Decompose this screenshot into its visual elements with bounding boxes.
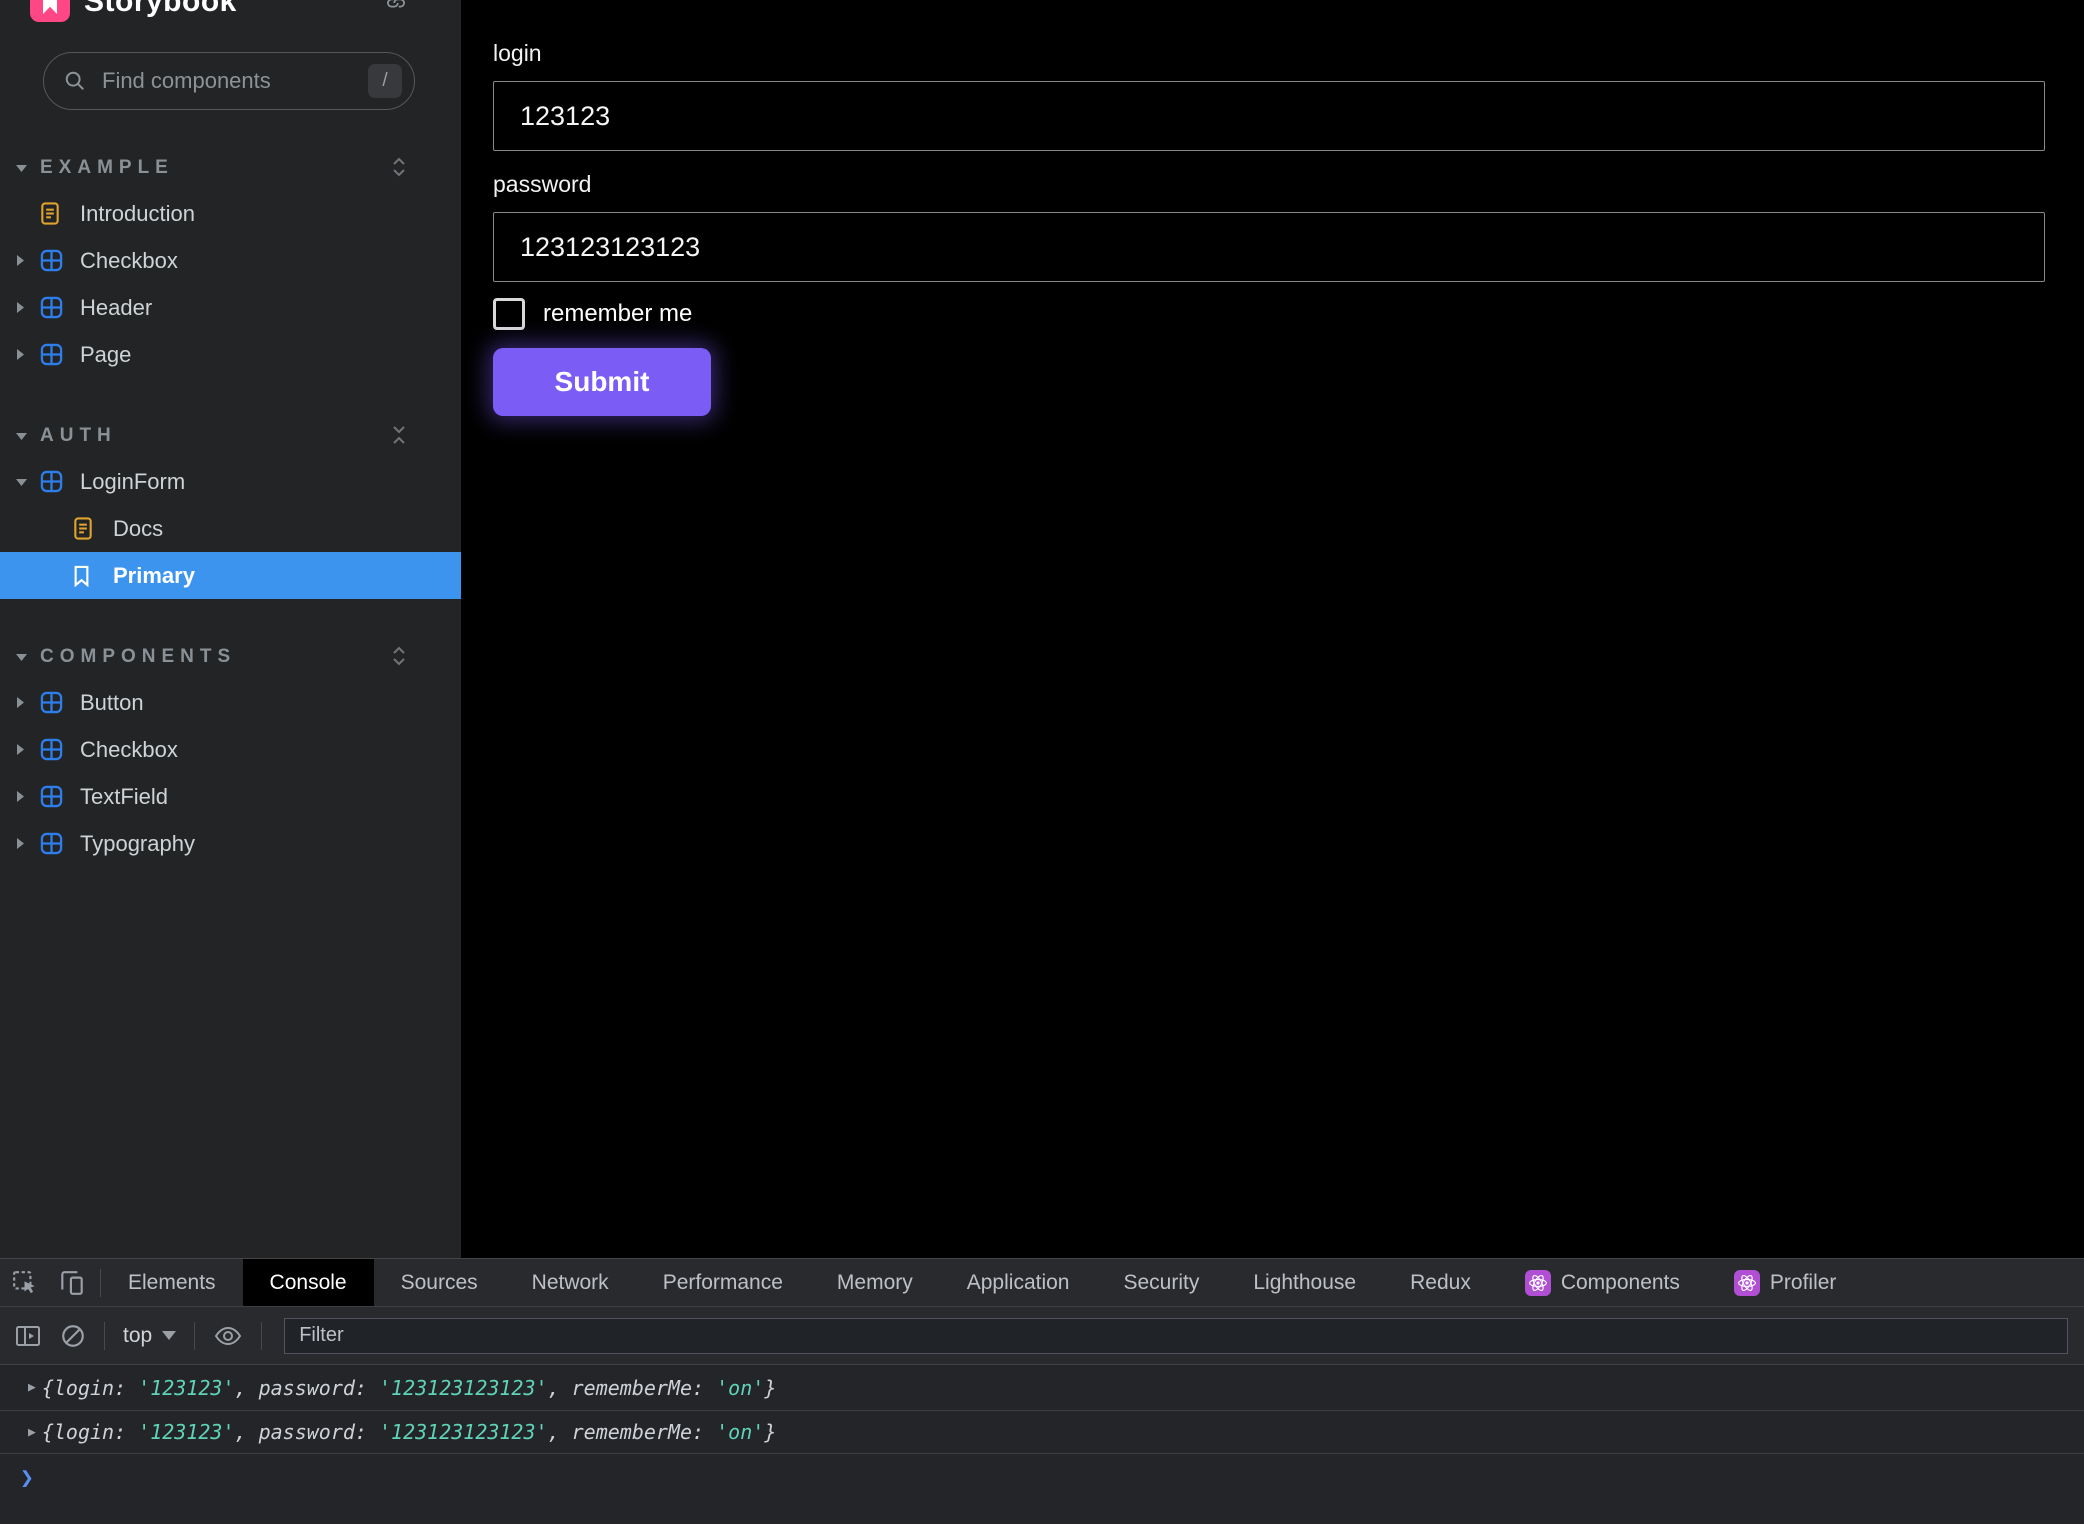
password-input[interactable] [493,212,2045,282]
live-expression-eye-icon[interactable] [213,1324,243,1348]
tab-sources[interactable]: Sources [374,1259,505,1306]
sidebar-item-checkbox-2[interactable]: Checkbox [0,726,461,773]
inspect-element-icon[interactable] [12,1270,38,1296]
console-sidebar-toggle-icon[interactable] [14,1324,42,1348]
divider [104,1322,105,1350]
chevron-down-icon[interactable] [16,478,40,486]
doc-icon [73,517,99,540]
chevron-right-icon[interactable] [16,791,40,802]
storybook-sidebar: Storybook / EXAMPLE [0,0,461,1258]
sidebar-item-textfield[interactable]: TextField [0,773,461,820]
storybook-brand[interactable]: Storybook [30,0,237,22]
login-form: login password remember me Submit [461,0,2084,416]
component-icon [40,470,66,493]
expand-all-icon[interactable] [391,156,407,183]
search-icon [64,70,86,92]
sidebar-header: Storybook [0,0,461,28]
components-items: Button Checkbox TextField [0,679,461,867]
sidebar-item-loginform[interactable]: LoginForm [0,458,461,505]
component-icon [40,691,66,714]
sidebar-item-checkbox[interactable]: Checkbox [0,237,461,284]
tab-performance[interactable]: Performance [636,1259,810,1306]
chevron-right-icon[interactable] [16,302,40,313]
auth-items: LoginForm Docs Primary [0,458,461,599]
search-shortcut-badge: / [368,64,402,98]
sidebar-section-components[interactable]: COMPONENTS [0,641,461,673]
expand-object-icon[interactable]: ▶ [28,1425,36,1440]
submit-button[interactable]: Submit [493,348,711,416]
remember-me-label: remember me [543,300,692,328]
doc-icon [40,202,66,225]
chevron-right-icon[interactable] [16,255,40,266]
tab-redux[interactable]: Redux [1383,1259,1498,1306]
component-icon [40,738,66,761]
devtools-panel: Elements Console Sources Network Perform… [0,1258,2084,1524]
chevron-down-icon [162,1331,176,1340]
sidebar-section-auth[interactable]: AUTH [0,420,461,452]
devtools-tool-icons [0,1259,100,1306]
react-devtools-icon [1734,1270,1760,1296]
bookmark-icon [73,565,99,587]
component-icon [40,296,66,319]
example-items: Introduction Checkbox Header [0,190,461,378]
brand-title: Storybook [84,0,237,19]
remember-me-checkbox[interactable] [493,298,525,330]
prompt-chevron-icon: ❯ [20,1465,34,1491]
component-icon [40,785,66,808]
device-toolbar-icon[interactable] [58,1270,86,1296]
tab-memory[interactable]: Memory [810,1259,940,1306]
login-label: login [493,40,2045,67]
divider [261,1322,262,1350]
devtools-tabbar: Elements Console Sources Network Perform… [0,1259,2084,1307]
tab-security[interactable]: Security [1096,1259,1226,1306]
search-box[interactable]: / [43,52,415,110]
chevron-right-icon[interactable] [16,744,40,755]
tab-profiler[interactable]: Profiler [1707,1259,1864,1306]
chevron-right-icon[interactable] [16,838,40,849]
component-icon [40,343,66,366]
tab-lighthouse[interactable]: Lighthouse [1226,1259,1383,1306]
component-icon [40,249,66,272]
sidebar-item-header[interactable]: Header [0,284,461,331]
login-input[interactable] [493,81,2045,151]
sidebar-section-example[interactable]: EXAMPLE [0,152,461,184]
tab-console[interactable]: Console [243,1259,374,1306]
chevron-right-icon[interactable] [16,349,40,360]
expand-all-icon[interactable] [391,645,407,672]
search-input[interactable] [100,67,368,95]
sidebar-item-loginform-primary[interactable]: Primary [0,552,461,599]
remember-me-row[interactable]: remember me [493,298,2045,330]
tab-elements[interactable]: Elements [101,1259,243,1306]
sidebar-item-loginform-docs[interactable]: Docs [0,505,461,552]
link-icon[interactable] [387,0,405,15]
expand-object-icon[interactable]: ▶ [28,1380,36,1395]
clear-console-icon[interactable] [60,1323,86,1349]
execution-context-selector[interactable]: top [123,1324,176,1348]
sidebar-item-page[interactable]: Page [0,331,461,378]
console-filter-input[interactable] [284,1318,2068,1354]
react-devtools-icon [1525,1270,1551,1296]
chevron-down-icon[interactable] [16,653,40,661]
password-label: password [493,171,2045,198]
sidebar-item-introduction[interactable]: Introduction [0,190,461,237]
story-canvas: login password remember me Submit [461,0,2084,1258]
console-toolbar: top [0,1307,2084,1365]
sidebar-item-button[interactable]: Button [0,679,461,726]
console-prompt[interactable]: ❯ [0,1454,2084,1502]
tab-network[interactable]: Network [505,1259,636,1306]
console-message[interactable]: ▶ {login: '123123', password: '123123123… [0,1365,2084,1411]
collapse-all-icon[interactable] [391,424,407,451]
tab-application[interactable]: Application [940,1259,1097,1306]
sidebar-item-typography[interactable]: Typography [0,820,461,867]
chevron-right-icon[interactable] [16,697,40,708]
chevron-down-icon[interactable] [16,164,40,172]
console-message[interactable]: ▶ {login: '123123', password: '123123123… [0,1411,2084,1454]
storybook-logo-icon [30,0,70,22]
chevron-down-icon[interactable] [16,432,40,440]
tab-components[interactable]: Components [1498,1259,1707,1306]
component-icon [40,832,66,855]
divider [194,1322,195,1350]
